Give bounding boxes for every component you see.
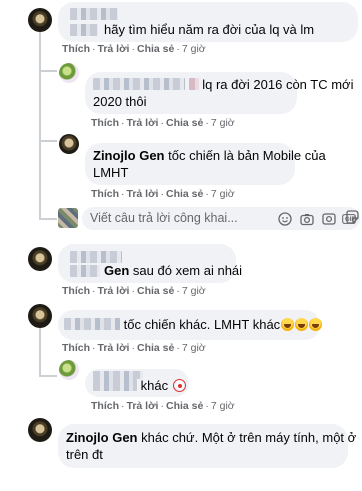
avatar[interactable] [59, 63, 79, 83]
avatar[interactable] [59, 360, 79, 380]
reply-link[interactable]: Trả lời [127, 117, 159, 129]
commenter-name[interactable]: Zinojlo Gen [93, 148, 165, 163]
comment-bubble: tốc chiến khác. LMHT khác [58, 310, 323, 340]
redacted-name [70, 24, 98, 36]
reply-link[interactable]: Trả lời [98, 43, 130, 55]
camera-icon[interactable] [300, 212, 314, 226]
avatar[interactable] [59, 134, 79, 154]
like-link[interactable]: Thích [62, 43, 90, 55]
commenter-name[interactable]: Gen [104, 263, 129, 278]
redacted-name [93, 379, 137, 391]
comment-bubble: Gen sau đó xem ai nhái [58, 244, 242, 283]
timestamp[interactable]: 7 giờ [182, 43, 206, 55]
comment-actions: Thích · Trả lời · Chia sẻ · 7 giờ [91, 188, 235, 200]
comment-text: khác [140, 378, 169, 393]
sticker-icon[interactable] [345, 210, 359, 224]
share-link[interactable]: Chia sẻ [166, 188, 203, 200]
reply-input[interactable] [90, 211, 250, 225]
comment-actions: Thích · Trả lời · Chia sẻ · 7 giờ [91, 117, 235, 129]
redacted-name [70, 8, 118, 20]
avatar[interactable] [28, 418, 52, 442]
laughing-emoji [281, 318, 295, 331]
comment-text: sau đó xem ai nhái [132, 263, 243, 278]
comment-text: hãy tìm hiểu năm ra đời của lq và lm [104, 22, 315, 37]
reply-link[interactable]: Trả lời [127, 188, 159, 200]
share-link[interactable]: Chia sẻ [137, 285, 174, 297]
like-link[interactable]: Thích [62, 342, 90, 354]
share-link[interactable]: Chia sẻ [166, 400, 203, 412]
comment-actions: Thích · Trả lời · Chia sẻ · 7 giờ [91, 400, 235, 412]
redacted-name [64, 318, 120, 330]
comment-actions: Thích · Trả lời · Chia sẻ · 7 giờ [62, 285, 206, 297]
commenter-name[interactable]: Zinojlo Gen [66, 430, 138, 445]
timestamp[interactable]: 7 giờ [182, 285, 206, 297]
avatar[interactable] [28, 247, 52, 271]
thread-line [39, 70, 57, 72]
share-link[interactable]: Chia sẻ [166, 117, 203, 129]
thread-line [39, 375, 57, 377]
timestamp[interactable]: 7 giờ [211, 400, 235, 412]
comment-actions: Thích · Trả lời · Chia sẻ · 7 giờ [62, 43, 206, 55]
avatar [58, 208, 78, 228]
like-link[interactable]: Thích [91, 188, 119, 200]
thread-line [39, 325, 41, 375]
comment-text-line2: trên đt [66, 447, 103, 462]
timestamp[interactable]: 7 giờ [182, 342, 206, 354]
redacted-name [70, 265, 100, 277]
comment-bubble: khác [85, 369, 189, 397]
avatar[interactable] [28, 8, 52, 32]
reply-link[interactable]: Trả lời [98, 285, 130, 297]
thread-line [39, 218, 57, 220]
comment-text-line1: tốc chiến là bản Mobile của [168, 148, 326, 163]
comment-actions: Thích · Trả lời · Chia sẻ · 7 giờ [62, 342, 206, 354]
laughing-emoji [295, 318, 309, 331]
comment-text-line2: LMHT [93, 165, 129, 180]
thread-line [39, 32, 41, 220]
like-link[interactable]: Thích [91, 117, 119, 129]
share-link[interactable]: Chia sẻ [137, 43, 174, 55]
clown-emoji [172, 379, 186, 392]
comment-bubble: lq ra đời 2016 còn TC mới 2020 thôi [85, 72, 353, 114]
camera-icon[interactable] [322, 212, 336, 226]
comment-text-line1: khác chứ. Một ở trên máy tính, một ở [141, 430, 357, 445]
comment-text-line2: 2020 thôi [93, 94, 147, 109]
comment-bubble: hãy tìm hiểu năm ra đời của lq và lm [58, 2, 358, 42]
laughing-emoji [309, 318, 323, 331]
reply-link[interactable]: Trả lời [98, 342, 130, 354]
thread-line [39, 140, 57, 142]
comment-text-line1: lq ra đời 2016 còn TC mới [202, 77, 354, 92]
reply-link[interactable]: Trả lời [127, 400, 159, 412]
redacted-name [93, 78, 185, 90]
like-link[interactable]: Thích [91, 400, 119, 412]
like-link[interactable]: Thích [62, 285, 90, 297]
comment-bubble: Zinojlo Gen tốc chiến là bản Mobile của … [85, 143, 326, 185]
reply-input-box[interactable]: GIF [82, 207, 360, 230]
timestamp[interactable]: 7 giờ [211, 188, 235, 200]
smiley-icon[interactable] [278, 212, 292, 226]
timestamp[interactable]: 7 giờ [211, 117, 235, 129]
comment-text: tốc chiến khác. LMHT khác [123, 317, 281, 332]
redacted-name [188, 78, 199, 90]
share-link[interactable]: Chia sẻ [137, 342, 174, 354]
avatar[interactable] [28, 304, 52, 328]
comment-bubble: Zinojlo Gen khác chứ. Một ở trên máy tín… [58, 424, 356, 468]
